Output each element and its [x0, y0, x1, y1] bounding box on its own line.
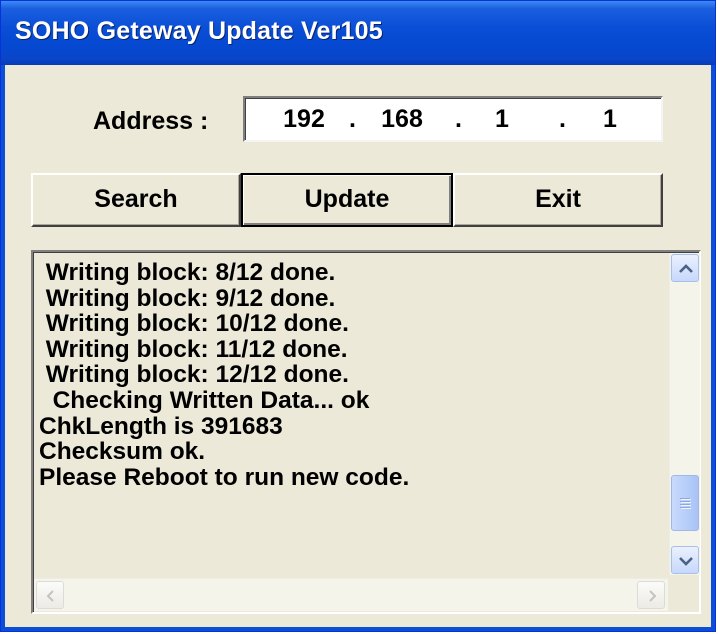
log-line: Checking Written Data... ok: [39, 386, 370, 414]
chevron-left-icon: [46, 590, 54, 602]
chevron-up-icon: [679, 264, 693, 273]
thumb-grip: [680, 501, 690, 502]
log-line: Writing block: 11/12 done.: [39, 335, 348, 363]
log-line: Writing block: 9/12 done.: [39, 284, 336, 312]
ip-address-input[interactable]: 192 . 168 . 1 . 1: [243, 96, 663, 142]
window-frame-right: [711, 65, 715, 631]
scroll-left-button[interactable]: [36, 581, 64, 609]
vertical-scrollbar[interactable]: [669, 253, 700, 575]
ip-octet-3[interactable]: 1: [467, 104, 537, 134]
scrollbar-corner: [669, 578, 699, 610]
scroll-right-button[interactable]: [637, 581, 665, 609]
thumb-grip: [680, 504, 690, 505]
window-frame-bottom: [1, 627, 715, 631]
vertical-scroll-thumb[interactable]: [671, 475, 699, 531]
log-line: Writing block: 10/12 done.: [39, 310, 349, 338]
ip-octet-4[interactable]: 1: [575, 104, 645, 134]
ip-octet-1[interactable]: 192: [269, 104, 339, 134]
scroll-down-button[interactable]: [671, 546, 699, 574]
window-frame-left: [1, 65, 5, 631]
scroll-up-button[interactable]: [671, 254, 699, 282]
chevron-down-icon: [679, 557, 693, 566]
ip-octet-2[interactable]: 168: [367, 104, 437, 134]
log-line: Checksum ok.: [39, 438, 206, 466]
log-output[interactable]: Writing block: 8/12 done. Writing block:…: [31, 250, 701, 614]
ip-separator: .: [349, 105, 356, 133]
update-dialog: SOHO Geteway Update Ver105 Address : 192…: [0, 0, 716, 632]
log-line: Writing block: 12/12 done.: [39, 361, 349, 389]
window-title: SOHO Geteway Update Ver105: [15, 17, 383, 45]
log-line: Writing block: 8/12 done.: [39, 260, 336, 286]
ip-separator: .: [455, 105, 462, 133]
title-bar[interactable]: SOHO Geteway Update Ver105: [1, 1, 715, 65]
thumb-grip: [680, 498, 690, 499]
ip-separator: .: [559, 105, 566, 133]
log-lines: Writing block: 8/12 done. Writing block:…: [39, 260, 669, 578]
search-button[interactable]: Search: [31, 173, 241, 227]
log-line: Please Reboot to run new code.: [39, 463, 410, 491]
update-button[interactable]: Update: [241, 173, 453, 227]
log-line: ChkLength is 391683: [39, 412, 283, 440]
chevron-right-icon: [649, 590, 657, 602]
thumb-grip: [680, 507, 690, 508]
horizontal-scrollbar[interactable]: [34, 578, 668, 611]
exit-button[interactable]: Exit: [453, 173, 663, 227]
address-label: Address :: [93, 107, 209, 135]
